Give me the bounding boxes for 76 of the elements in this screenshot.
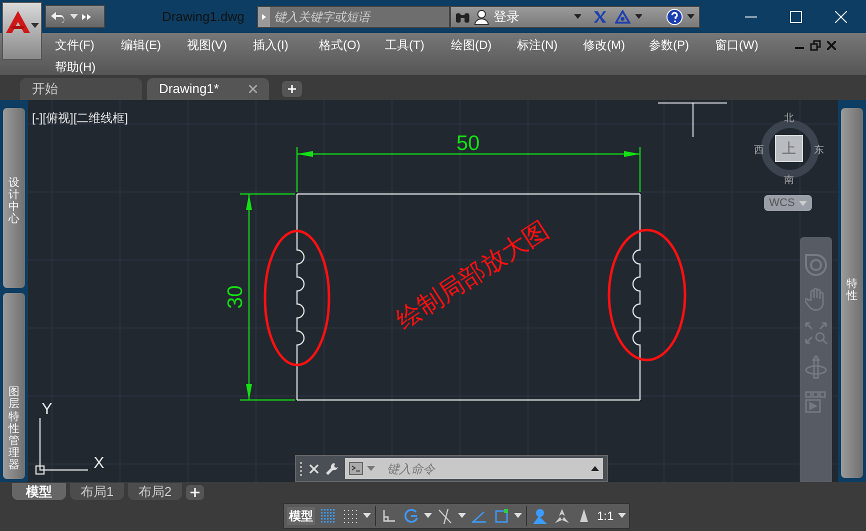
logo-icon <box>6 11 30 33</box>
palette-tab[interactable]: 设计中心 <box>3 108 25 288</box>
layout-tab[interactable]: 模型 <box>12 483 66 500</box>
dimension-text: 30 <box>224 285 247 309</box>
layout-tab[interactable]: 布局1 <box>70 483 124 500</box>
compass-label: 南 <box>784 174 794 188</box>
caret-icon[interactable] <box>458 513 466 518</box>
caret-icon[interactable] <box>514 513 522 518</box>
isometric-icon[interactable] <box>436 506 454 524</box>
help-icon[interactable] <box>666 8 684 26</box>
caret-icon[interactable] <box>424 513 432 518</box>
menu-item[interactable]: 标注(N) <box>517 36 583 54</box>
caret-icon[interactable] <box>634 14 642 19</box>
caret-icon[interactable] <box>70 14 78 19</box>
viewport-label[interactable]: [-][俯视][二维线框] <box>32 109 128 127</box>
palette-label[interactable]: 设计中心 <box>8 176 20 226</box>
annotation-scale-icon[interactable] <box>553 506 571 524</box>
palette-label[interactable]: 特性 <box>846 278 858 302</box>
scale-dropdown[interactable]: 1:1 <box>597 506 626 524</box>
polar-icon[interactable] <box>402 506 420 524</box>
menu-item[interactable]: 绘图(D) <box>451 36 517 54</box>
menu-item[interactable]: 插入(I) <box>253 36 319 54</box>
exchange-icon[interactable] <box>593 10 608 24</box>
prompt-icon[interactable] <box>349 462 363 475</box>
palette-tab[interactable]: 图层特性管理器 <box>3 293 25 479</box>
caret-icon[interactable] <box>687 14 695 19</box>
restore-icon[interactable] <box>810 40 821 51</box>
model-button[interactable]: 模型 <box>287 506 315 524</box>
search-field[interactable]: 键入关键字或短语 <box>257 6 450 28</box>
menu-item[interactable]: 工具(T) <box>385 36 451 54</box>
expand-icon[interactable] <box>82 14 92 20</box>
user-icon[interactable] <box>474 8 490 24</box>
caret-icon[interactable] <box>618 513 626 518</box>
axis-label: X <box>94 455 104 472</box>
menu-item[interactable]: 格式(O) <box>319 36 385 54</box>
menu-item[interactable]: 编辑(E) <box>121 36 187 54</box>
command-input-text[interactable]: 键入命令 <box>387 460 567 478</box>
viewcube-face[interactable]: 上 <box>775 135 803 162</box>
caret-icon[interactable] <box>574 14 582 19</box>
expand-icon[interactable] <box>591 466 599 471</box>
annotation-text: 绘制局部放大图 <box>391 215 554 335</box>
app-menu-button[interactable] <box>2 2 42 60</box>
menu-item[interactable]: 视图(V) <box>187 36 253 54</box>
triangle-icon[interactable] <box>615 10 631 24</box>
sign-in-link[interactable]: 登录 <box>493 6 570 26</box>
annotation-icon[interactable] <box>531 506 549 524</box>
undo-icon[interactable] <box>50 10 66 22</box>
window-title: Drawing1.dwg <box>162 8 246 26</box>
command-input[interactable]: 键入命令 <box>345 458 603 479</box>
axis-label: Y <box>42 401 52 418</box>
ucs-axes-icon <box>35 418 88 475</box>
grid-icon[interactable] <box>319 506 337 524</box>
menu-item[interactable]: 参数(P) <box>649 36 715 54</box>
menu-item[interactable]: 文件(F) <box>55 36 121 54</box>
caret-icon[interactable] <box>363 513 371 518</box>
maximize-icon[interactable] <box>790 10 802 22</box>
ucs-dropdown[interactable]: WCS <box>764 195 812 211</box>
menu-item[interactable]: 帮助(H) <box>55 58 121 76</box>
crosshair-cursor <box>658 102 728 138</box>
menu-item[interactable]: 修改(M) <box>583 36 649 54</box>
expand-icon[interactable] <box>258 6 270 26</box>
dimension-text: 50 <box>456 132 480 155</box>
layout-tab[interactable]: 布局2 <box>128 483 182 500</box>
add-tab-icon[interactable] <box>186 485 204 500</box>
compass-label: 北 <box>784 112 794 126</box>
compass-label: 西 <box>754 144 764 158</box>
document-tab[interactable]: Drawing1* <box>147 78 269 100</box>
compass-label: 东 <box>814 144 824 158</box>
search-input[interactable]: 键入关键字或短语 <box>270 8 446 26</box>
menu-item[interactable]: 窗口(W) <box>715 36 781 54</box>
palette-tab[interactable]: 特性 <box>841 108 863 478</box>
palette-label[interactable]: 图层特性管理器 <box>8 386 20 471</box>
document-tab[interactable]: 开始 <box>20 78 142 100</box>
wrench-icon[interactable] <box>325 462 339 476</box>
add-tab-icon[interactable] <box>282 81 302 97</box>
caret-icon[interactable] <box>30 23 38 28</box>
